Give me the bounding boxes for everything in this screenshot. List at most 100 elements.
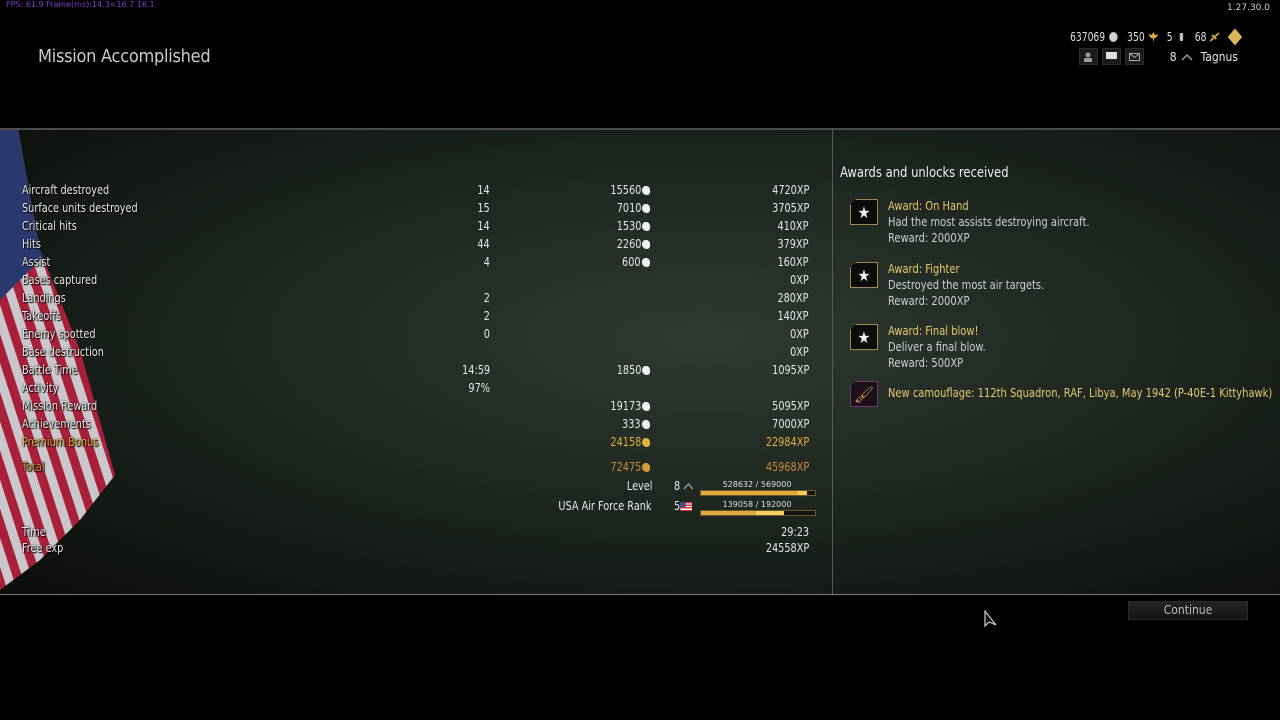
- progress-gain-highlight: [797, 491, 807, 495]
- lion-icon: [641, 365, 650, 375]
- friends-icon: [1084, 52, 1093, 62]
- stat-label: Surface units destroyed: [22, 201, 138, 215]
- stat-count: 14:59: [462, 363, 490, 377]
- stat-row: Hits 44 2260 379XP: [0, 235, 820, 253]
- award-desc: Deliver a final blow.: [888, 340, 986, 354]
- stat-label: Battle Time: [22, 363, 78, 377]
- version-label: 1.27.30.0: [1227, 3, 1270, 13]
- stat-xp: 280XP: [777, 291, 809, 305]
- lion-icon: [641, 239, 650, 249]
- stat-label: Enemy spotted: [22, 327, 96, 341]
- stat-label: Landings: [22, 291, 66, 305]
- stat-row: Landings 2 280XP: [0, 289, 820, 307]
- stat-lions: 1850: [616, 361, 650, 379]
- level-value: 8: [674, 479, 694, 493]
- stat-label: Mission Reward: [22, 399, 98, 413]
- stat-count: 0: [483, 327, 490, 341]
- rank-label: USA Air Force Rank: [558, 499, 652, 513]
- mail-icon: [1128, 52, 1140, 61]
- stat-count: 97%: [468, 381, 490, 395]
- silver-lions-value: 637069: [1069, 30, 1105, 44]
- stat-row: Aircraft destroyed 14 15560 4720XP: [0, 181, 820, 199]
- stat-lions: 7010: [616, 199, 650, 217]
- stat-row: Surface units destroyed 15 7010 3705XP: [0, 199, 820, 217]
- free-exp-row: Free exp 24558XP: [0, 539, 820, 557]
- stat-row: Critical hits 14 1530 410XP: [0, 217, 820, 235]
- level-progress-fill: [701, 491, 807, 495]
- stat-xp: 0XP: [790, 345, 809, 359]
- star-award-icon: ★: [850, 262, 878, 288]
- lion-icon: [1108, 32, 1118, 42]
- stat-count: 14: [477, 219, 490, 233]
- premium-diamond-icon[interactable]: [1227, 28, 1243, 46]
- stat-row: Battle Time 14:59 1850 1095XP: [0, 361, 820, 379]
- stat-lions: 1530: [616, 217, 650, 235]
- stat-count: 44: [477, 237, 490, 251]
- free-exp-value: 24558XP: [765, 541, 809, 555]
- stat-lions: 19173: [610, 397, 650, 415]
- stat-row: Bases captured 0XP: [0, 271, 820, 289]
- friends-button[interactable]: [1078, 48, 1098, 65]
- rank-value: 5: [674, 499, 692, 513]
- stat-lions-value: 19173: [610, 399, 641, 413]
- unlock-text: New camouflage: 112th Squadron, RAF, Lib…: [888, 386, 1273, 400]
- lion-icon: [641, 221, 650, 231]
- award-desc: Destroyed the most air targets.: [888, 278, 1045, 292]
- lion-icon: [641, 437, 650, 447]
- stat-label: Base destruction: [22, 345, 104, 359]
- stat-lions-value: 333: [622, 417, 641, 431]
- stat-row: Mission Reward 19173 5095XP: [0, 397, 820, 415]
- stat-xp: 379XP: [777, 237, 809, 251]
- stat-lions-value: 24158: [610, 435, 641, 449]
- award-name: Award: On Hand: [888, 199, 969, 213]
- mail-button[interactable]: [1124, 48, 1144, 65]
- continue-button[interactable]: Continue: [1128, 601, 1248, 620]
- player-level: 8: [1169, 49, 1177, 64]
- stat-row: Premium Bonus 24158 22984XP: [0, 433, 820, 451]
- level-progress-text: 528632 / 569000: [722, 480, 792, 489]
- panel-divider: [832, 130, 833, 594]
- total-xp: 45968XP: [765, 460, 809, 474]
- stat-label: Activity: [22, 381, 59, 395]
- usa-flag-icon: [680, 502, 692, 511]
- stat-label: Hits: [22, 237, 41, 251]
- stat-row: Enemy spotted 0 0XP: [0, 325, 820, 343]
- progress-gain-highlight: [755, 511, 784, 515]
- stat-lions-value: 15560: [610, 183, 641, 197]
- page-title: Mission Accomplished: [38, 46, 211, 67]
- total-lions-value: 72475: [610, 460, 641, 474]
- eagle-icon: [1147, 32, 1158, 42]
- stat-lions: 2260: [616, 235, 650, 253]
- rank-progress-bar: [700, 510, 816, 516]
- lion-icon: [641, 462, 650, 472]
- stat-xp: 7000XP: [771, 417, 809, 431]
- stat-xp: 22984XP: [765, 435, 809, 449]
- total-label: Total: [22, 460, 45, 474]
- social-bar: 8 Tagnus: [1078, 48, 1238, 65]
- player-name[interactable]: Tagnus: [1201, 50, 1238, 64]
- star-award-icon: ★: [850, 324, 878, 350]
- paintbrush-camouflage-icon: 🖌: [850, 381, 878, 407]
- stat-lions-value: 1530: [616, 219, 641, 233]
- mouse-cursor-icon: [984, 610, 997, 628]
- stat-count: 15: [477, 201, 490, 215]
- level-label: Level: [626, 479, 652, 493]
- fps-overlay: FPS: 61.9 Frame(ms):14.3<16.7 16.1: [6, 0, 155, 9]
- stat-count: 14: [477, 183, 490, 197]
- stat-label: Critical hits: [22, 219, 77, 233]
- total-lions: 72475: [610, 458, 650, 476]
- item4-value: 68: [1194, 30, 1206, 44]
- level-chevron-icon: [683, 482, 694, 490]
- stat-lions-value: 1850: [616, 363, 641, 377]
- chat-icon: [1105, 52, 1117, 59]
- chat-button[interactable]: [1101, 48, 1121, 65]
- stat-lions: 15560: [610, 181, 650, 199]
- stat-label: Takeoffs: [22, 309, 62, 323]
- currency-bar: 637069 350 5 68: [1069, 28, 1243, 46]
- rank-progress-text: 139058 / 192000: [722, 500, 792, 509]
- award-desc: Had the most assists destroying aircraft…: [888, 215, 1090, 229]
- stat-row: Activity 97%: [0, 379, 820, 397]
- stat-label: Bases captured: [22, 273, 98, 287]
- stat-row: Base destruction 0XP: [0, 343, 820, 361]
- lion-icon: [641, 203, 650, 213]
